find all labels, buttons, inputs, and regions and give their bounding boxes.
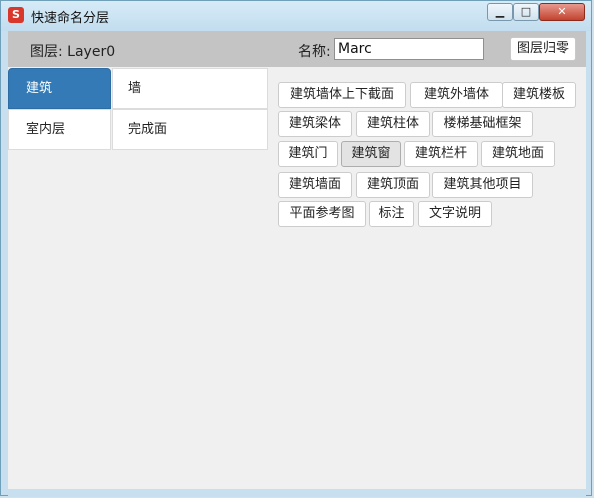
subcategory-item-finish-surface[interactable]: 完成面 — [112, 109, 268, 150]
layer-button[interactable]: 标注 — [369, 201, 414, 227]
maximize-button[interactable]: □ — [513, 3, 539, 21]
layer-button[interactable]: 文字说明 — [418, 201, 492, 227]
layer-button[interactable]: 建筑外墙体 — [410, 82, 503, 108]
layer-button[interactable]: 建筑门 — [278, 141, 338, 167]
close-button[interactable]: ✕ — [539, 3, 585, 21]
window-bottom-border — [8, 490, 586, 497]
layer-button[interactable]: 建筑栏杆 — [404, 141, 478, 167]
layer-button-selected[interactable]: 建筑窗 — [341, 141, 401, 167]
layer-button[interactable]: 建筑墙面 — [278, 172, 352, 198]
window-title: 快速命名分层 — [31, 11, 110, 26]
category-item-interior[interactable]: 室内层 — [8, 109, 111, 150]
category-item-architecture[interactable]: 建筑 — [8, 68, 111, 109]
subcategory-item-wall[interactable]: 墙 — [112, 68, 268, 109]
name-input[interactable] — [334, 38, 484, 60]
layer-button[interactable]: 建筑顶面 — [356, 172, 430, 198]
header-bar: 图层: Layer0 名称: 图层归零 — [8, 31, 586, 67]
sketchup-logo-icon: S — [8, 7, 24, 23]
current-layer-label: 图层: Layer0 — [30, 44, 116, 60]
app-window: S 快速命名分层 ▁ □ ✕ 图层: Layer0 名称: 图层归零 建筑 室内… — [0, 0, 592, 497]
layer-button[interactable]: 建筑其他项目 — [432, 172, 533, 198]
layer-button[interactable]: 建筑墙体上下截面 — [278, 82, 406, 108]
layer-button[interactable]: 楼梯基础框架 — [432, 111, 533, 137]
layer-button[interactable]: 建筑柱体 — [356, 111, 430, 137]
name-label: 名称: — [298, 44, 331, 60]
layer-button[interactable]: 建筑梁体 — [278, 111, 352, 137]
reset-layer-button[interactable]: 图层归零 — [510, 37, 576, 61]
client-area: 图层: Layer0 名称: 图层归零 建筑 室内层 墙 完成面 建筑墙体上下截… — [8, 31, 586, 489]
layer-button[interactable]: 建筑地面 — [481, 141, 555, 167]
layer-button[interactable]: 平面参考图 — [278, 201, 366, 227]
minimize-button[interactable]: ▁ — [487, 3, 513, 21]
title-bar[interactable]: S 快速命名分层 ▁ □ ✕ — [1, 1, 591, 31]
layer-button[interactable]: 建筑楼板 — [502, 82, 576, 108]
